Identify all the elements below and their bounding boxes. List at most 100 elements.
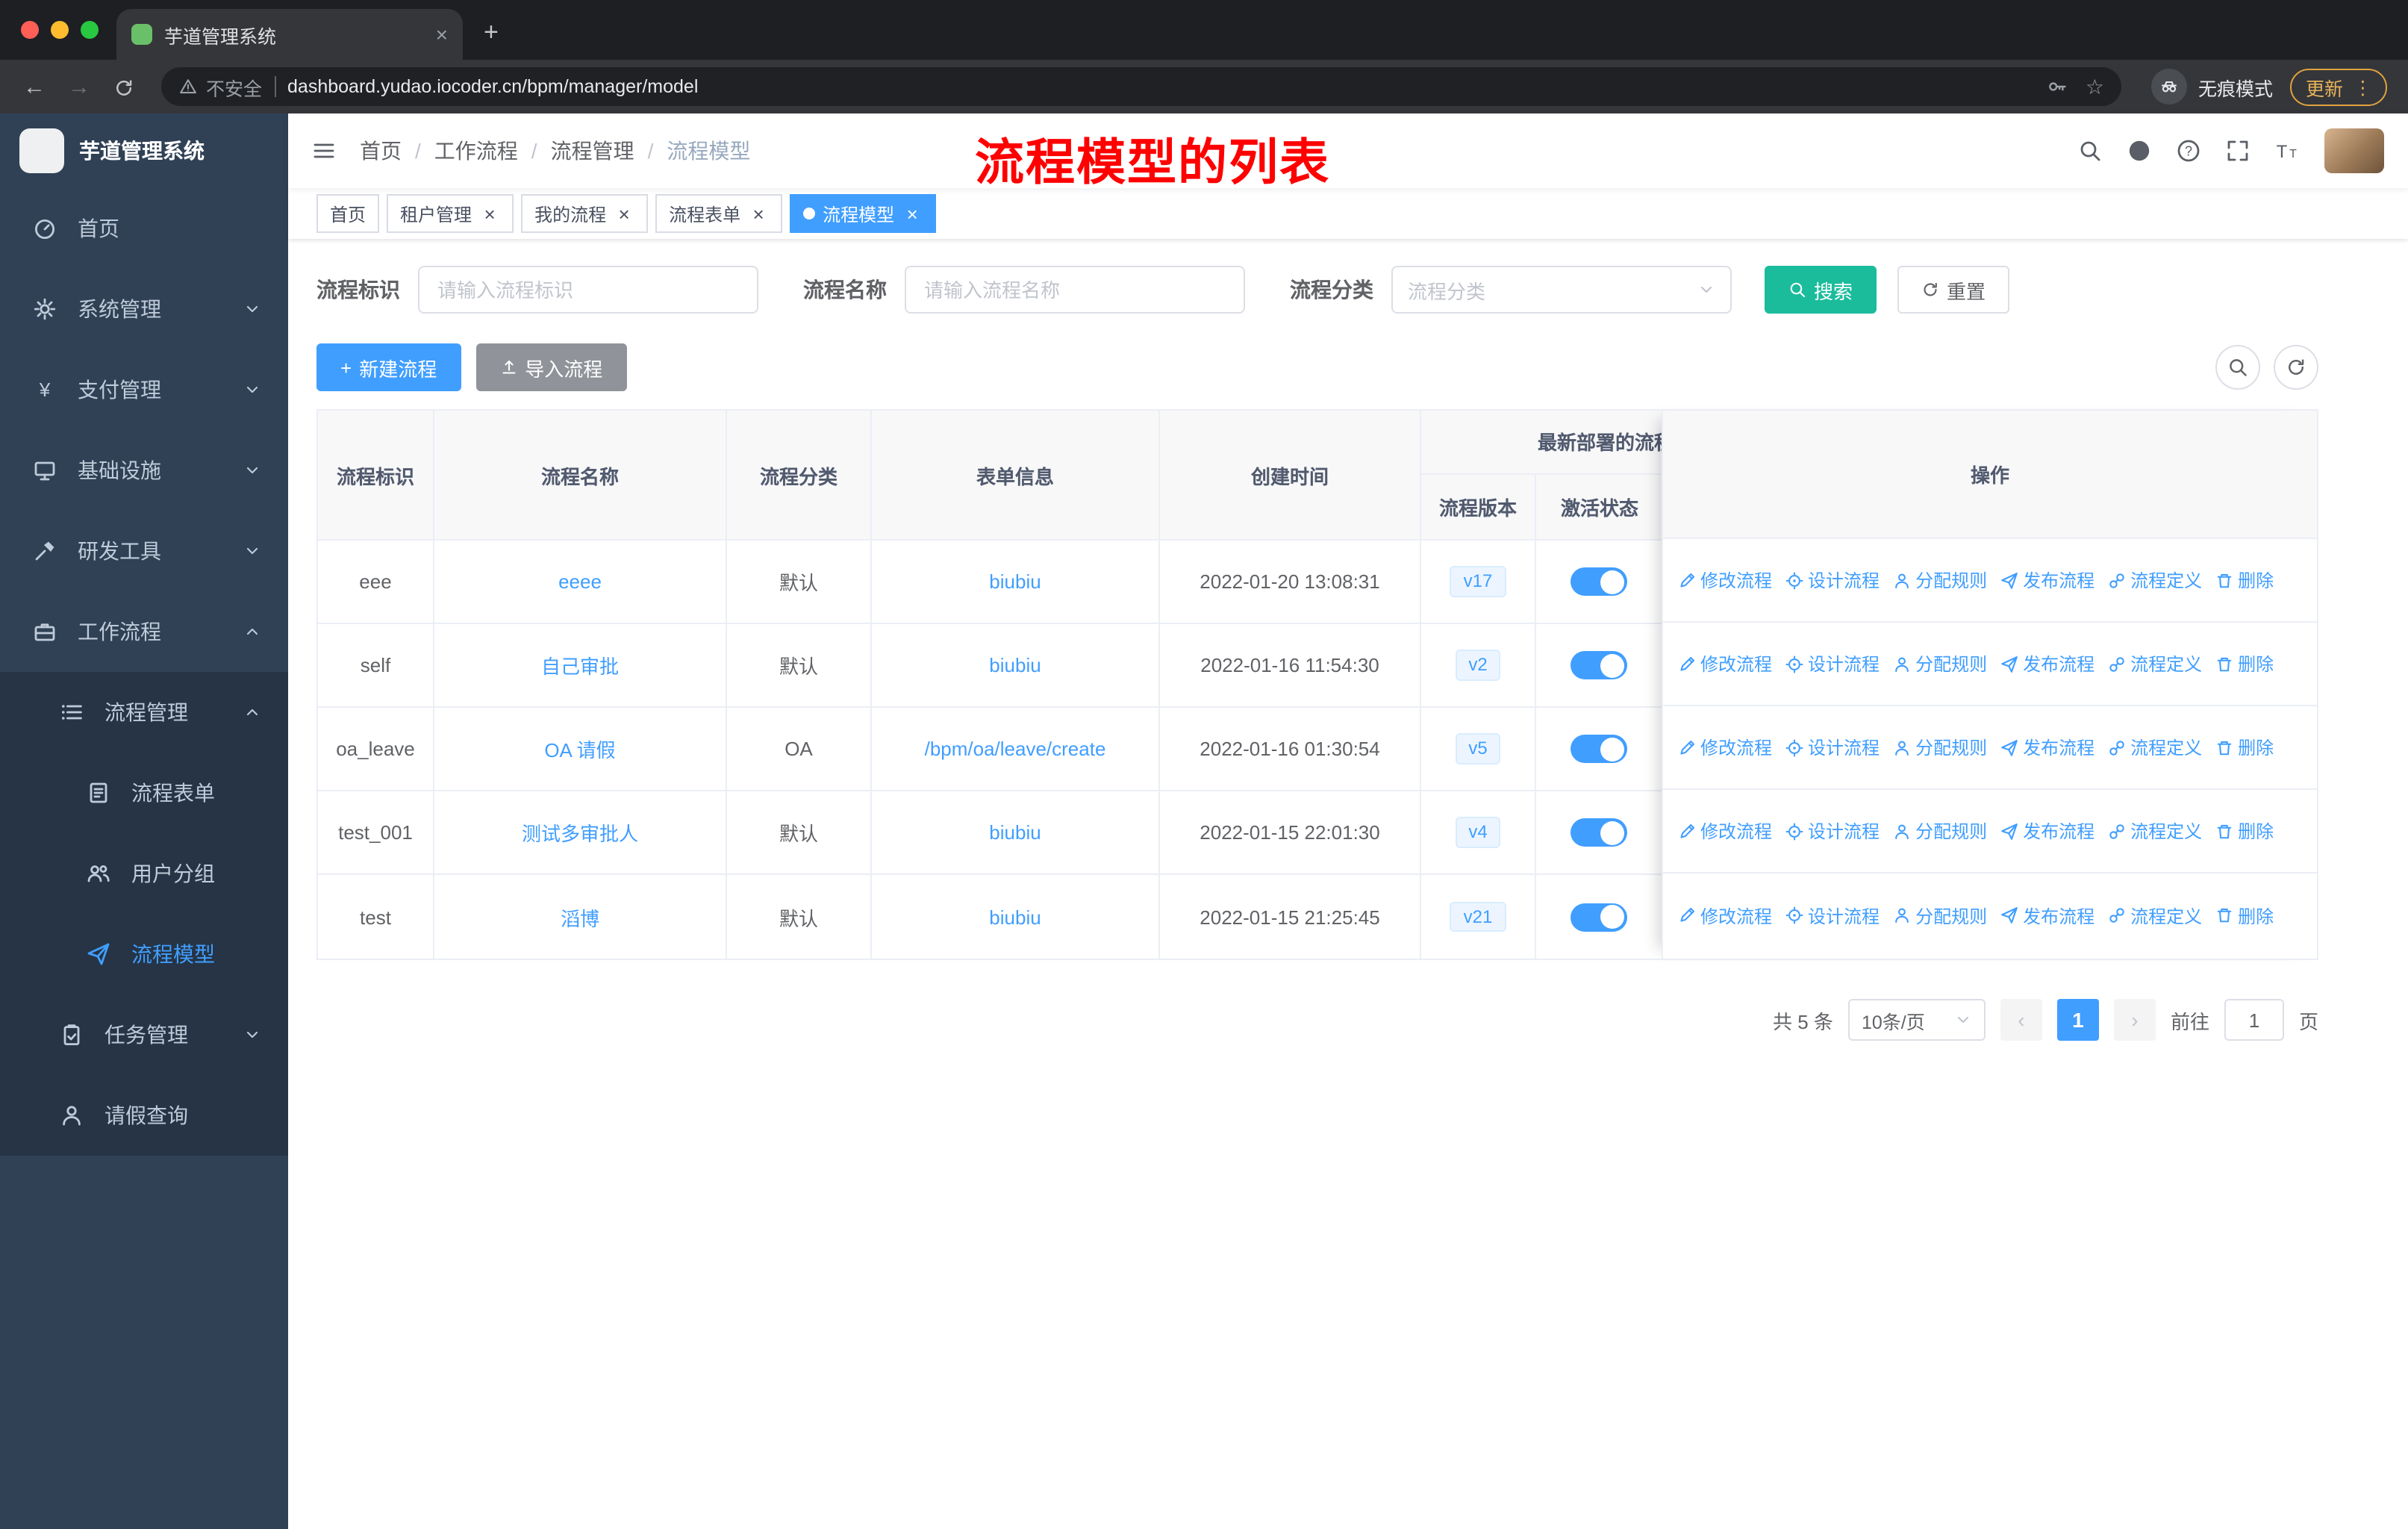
fullscreen-icon[interactable] [2226, 139, 2250, 163]
process-name-link[interactable]: 自己审批 [541, 651, 619, 679]
form-info-link[interactable]: /bpm/oa/leave/create [925, 738, 1106, 760]
back-button[interactable]: ← [15, 74, 54, 99]
github-icon[interactable] [2127, 139, 2151, 163]
window-minimize-button[interactable] [51, 21, 69, 39]
window-zoom-button[interactable] [81, 21, 99, 39]
sidebar-item-leave-query[interactable]: 请假查询 [0, 1075, 288, 1156]
address-bar[interactable]: 不安全 dashboard.yudao.iocoder.cn/bpm/manag… [161, 67, 2122, 106]
help-icon[interactable] [2177, 139, 2200, 163]
sidebar-item-process-form[interactable]: 流程表单 [0, 753, 288, 833]
sidebar-item-workflow[interactable]: 工作流程 [0, 591, 288, 672]
process-definition-link[interactable]: 流程定义 [2108, 567, 2202, 593]
publish-process-link[interactable]: 发布流程 [2000, 735, 2094, 760]
publish-process-link[interactable]: 发布流程 [2000, 818, 2094, 844]
sidebar-logo[interactable]: 芋道管理系统 [0, 113, 288, 188]
process-name-link[interactable]: OA 请假 [544, 735, 615, 763]
delete-process-link[interactable]: 删除 [2215, 818, 2274, 844]
design-process-link[interactable]: 设计流程 [1785, 735, 1880, 760]
sidebar-item-devtools[interactable]: 研发工具 [0, 511, 288, 591]
publish-process-link[interactable]: 发布流程 [2000, 651, 2094, 676]
close-icon[interactable]: × [479, 203, 500, 224]
breadcrumb-item[interactable]: 首页 [360, 136, 402, 166]
form-info-link[interactable]: biubiu [989, 570, 1041, 593]
process-name-link[interactable]: 测试多审批人 [522, 818, 638, 847]
security-indicator[interactable]: 不安全 [179, 72, 262, 101]
refresh-table-button[interactable] [2274, 345, 2318, 390]
process-name-input[interactable] [905, 266, 1245, 314]
sidebar-item-payment[interactable]: 支付管理 [0, 349, 288, 430]
breadcrumb-item[interactable]: 工作流程 [434, 136, 518, 166]
modify-process-link[interactable]: 修改流程 [1678, 567, 1772, 593]
goto-page-input[interactable] [2224, 999, 2284, 1041]
assign-rule-link[interactable]: 分配规则 [1893, 651, 1987, 676]
process-definition-link[interactable]: 流程定义 [2108, 651, 2202, 676]
modify-process-link[interactable]: 修改流程 [1678, 651, 1772, 676]
sidebar-item-task-management[interactable]: 任务管理 [0, 994, 288, 1075]
close-icon[interactable]: × [902, 203, 923, 224]
active-toggle[interactable] [1570, 735, 1627, 763]
form-info-link[interactable]: biubiu [989, 821, 1041, 844]
sidebar-item-process-model[interactable]: 流程模型 [0, 914, 288, 994]
sidebar-item-user-group[interactable]: 用户分组 [0, 833, 288, 914]
delete-process-link[interactable]: 删除 [2215, 567, 2274, 593]
publish-process-link[interactable]: 发布流程 [2000, 567, 2094, 593]
bookmark-star-icon[interactable]: ☆ [2086, 74, 2104, 99]
toggle-search-button[interactable] [2215, 345, 2260, 390]
sidebar-item-infrastructure[interactable]: 基础设施 [0, 430, 288, 511]
search-button[interactable]: 搜索 [1765, 266, 1877, 314]
browser-menu-icon[interactable]: ⋮ [2354, 75, 2372, 98]
modify-process-link[interactable]: 修改流程 [1678, 818, 1772, 844]
process-name-link[interactable]: eeee [558, 570, 602, 593]
design-process-link[interactable]: 设计流程 [1785, 651, 1880, 676]
publish-process-link[interactable]: 发布流程 [2000, 903, 2094, 928]
sidebar-item-system[interactable]: 系统管理 [0, 269, 288, 349]
next-page-button[interactable]: › [2113, 999, 2156, 1041]
delete-process-link[interactable]: 删除 [2215, 903, 2274, 928]
assign-rule-link[interactable]: 分配规则 [1893, 567, 1987, 593]
browser-tab[interactable]: 芋道管理系统 × [116, 9, 463, 60]
active-toggle[interactable] [1570, 651, 1627, 679]
design-process-link[interactable]: 设计流程 [1785, 903, 1880, 928]
process-key-input[interactable] [418, 266, 758, 314]
breadcrumb-item[interactable]: 流程管理 [551, 136, 634, 166]
tag-tenant[interactable]: 租户管理 × [387, 194, 514, 233]
hamburger-icon[interactable] [312, 139, 336, 163]
modify-process-link[interactable]: 修改流程 [1678, 735, 1772, 760]
process-definition-link[interactable]: 流程定义 [2108, 735, 2202, 760]
tag-process-model[interactable]: 流程模型 × [790, 194, 937, 233]
assign-rule-link[interactable]: 分配规则 [1893, 818, 1987, 844]
browser-update-button[interactable]: 更新 ⋮ [2290, 68, 2387, 105]
forward-button[interactable]: → [60, 74, 99, 99]
design-process-link[interactable]: 设计流程 [1785, 818, 1880, 844]
tag-home[interactable]: 首页 [316, 194, 380, 233]
delete-process-link[interactable]: 删除 [2215, 735, 2274, 760]
tag-my-process[interactable]: 我的流程 × [521, 194, 649, 233]
page-size-select[interactable]: 10条/页 [1847, 999, 1986, 1041]
close-icon[interactable]: × [614, 203, 634, 224]
current-page-button[interactable]: 1 [2056, 999, 2099, 1041]
import-process-button[interactable]: 导入流程 [475, 343, 627, 391]
tab-close-icon[interactable]: × [436, 22, 448, 46]
active-toggle[interactable] [1570, 903, 1627, 931]
avatar[interactable] [2324, 128, 2384, 173]
sidebar-item-home[interactable]: 首页 [0, 188, 288, 269]
process-category-select[interactable]: 流程分类 [1391, 266, 1732, 314]
window-close-button[interactable] [21, 21, 39, 39]
active-toggle[interactable] [1570, 567, 1627, 596]
font-size-icon[interactable] [2275, 139, 2299, 163]
close-icon[interactable]: × [748, 203, 769, 224]
search-icon[interactable] [2078, 139, 2102, 163]
design-process-link[interactable]: 设计流程 [1785, 567, 1880, 593]
password-key-icon[interactable] [2047, 76, 2068, 97]
process-name-link[interactable]: 滔博 [561, 903, 599, 931]
sidebar-item-process-management[interactable]: 流程管理 [0, 672, 288, 753]
process-definition-link[interactable]: 流程定义 [2108, 818, 2202, 844]
delete-process-link[interactable]: 删除 [2215, 651, 2274, 676]
reset-button[interactable]: 重置 [1897, 266, 2010, 314]
tag-process-form[interactable]: 流程表单 × [655, 194, 783, 233]
reload-button[interactable] [105, 74, 143, 99]
form-info-link[interactable]: biubiu [989, 906, 1041, 928]
assign-rule-link[interactable]: 分配规则 [1893, 903, 1987, 928]
new-tab-button[interactable]: + [484, 18, 499, 48]
modify-process-link[interactable]: 修改流程 [1678, 903, 1772, 928]
